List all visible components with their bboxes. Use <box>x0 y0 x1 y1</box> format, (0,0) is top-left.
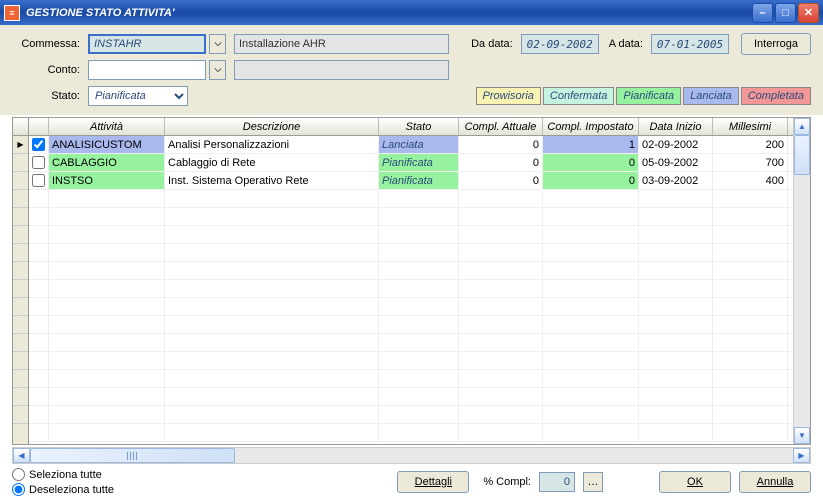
cell-compl-attuale: 0 <box>459 154 543 171</box>
cell-data-inizio: 05-09-2002 <box>639 154 713 171</box>
cell-data-inizio: 02-09-2002 <box>639 136 713 153</box>
cell-stato: Pianificata <box>379 154 459 171</box>
row-checkbox[interactable] <box>29 172 49 189</box>
table-body: ANALISICUSTOMAnalisi PersonalizzazioniLa… <box>29 136 793 444</box>
scroll-up-button[interactable]: ▲ <box>794 118 810 135</box>
window-buttons: – □ ✕ <box>752 3 819 23</box>
table-header: Attività Descrizione Stato Compl. Attual… <box>29 118 793 136</box>
horizontal-scrollbar[interactable]: ◀ ▶ <box>12 447 811 464</box>
titlebar: ≡ GESTIONE STATO ATTIVITA' – □ ✕ <box>0 0 823 25</box>
selection-radio-group: Seleziona tutte Deseleziona tutte <box>12 468 114 496</box>
row-selector[interactable] <box>13 154 28 172</box>
commessa-code-input[interactable] <box>88 34 206 54</box>
hscroll-thumb[interactable] <box>30 448 235 463</box>
status-legend: Prowisoria Confermata Pianificata Lancia… <box>476 87 811 105</box>
cell-millesimi: 400 <box>713 172 788 189</box>
da-data-input[interactable] <box>521 34 599 54</box>
col-compl-impostato[interactable]: Compl. Impostato <box>543 118 639 135</box>
interroga-button[interactable]: Interroga <box>741 33 811 55</box>
dettagli-button[interactable]: Dettagli <box>397 471 469 493</box>
legend-confermata: Confermata <box>543 87 614 105</box>
conto-lookup-button[interactable] <box>209 60 226 80</box>
scroll-down-button[interactable]: ▼ <box>794 427 810 444</box>
label-percent-compl: % Compl: <box>483 476 531 488</box>
row-checkbox[interactable] <box>29 154 49 171</box>
cell-attivita: INSTSO <box>49 172 165 189</box>
legend-lanciata: Lanciata <box>683 87 739 105</box>
cell-compl-impostato: 1 <box>543 136 639 153</box>
row-selector[interactable] <box>13 136 28 154</box>
scroll-right-button[interactable]: ▶ <box>793 448 810 463</box>
cell-descrizione: Cablaggio di Rete <box>165 154 379 171</box>
label-a-data: A data: <box>609 38 647 50</box>
activities-table: Attività Descrizione Stato Compl. Attual… <box>12 117 811 445</box>
minimize-button[interactable]: – <box>752 3 773 23</box>
row-headers <box>13 118 29 444</box>
footer: Seleziona tutte Deseleziona tutte Dettag… <box>12 468 811 496</box>
stato-select[interactable]: Pianificata <box>88 86 188 106</box>
app-icon: ≡ <box>4 5 20 21</box>
window-title: GESTIONE STATO ATTIVITA' <box>26 7 752 19</box>
cell-compl-impostato: 0 <box>543 172 639 189</box>
percent-compl-input[interactable] <box>539 472 575 492</box>
legend-provvisoria: Prowisoria <box>476 87 541 105</box>
col-descrizione[interactable]: Descrizione <box>165 118 379 135</box>
radio-deseleziona-tutte[interactable]: Deseleziona tutte <box>12 483 114 496</box>
maximize-button[interactable]: □ <box>775 3 796 23</box>
row-checkbox[interactable] <box>29 136 49 153</box>
label-da-data: Da data: <box>471 38 517 50</box>
ok-button[interactable]: OK <box>659 471 731 493</box>
conto-code-input[interactable] <box>88 60 206 80</box>
table-row[interactable]: ANALISICUSTOMAnalisi PersonalizzazioniLa… <box>29 136 793 154</box>
cell-descrizione: Inst. Sistema Operativo Rete <box>165 172 379 189</box>
cell-millesimi: 700 <box>713 154 788 171</box>
cell-attivita: ANALISICUSTOM <box>49 136 165 153</box>
cell-compl-attuale: 0 <box>459 136 543 153</box>
cell-stato: Lanciata <box>379 136 459 153</box>
cell-stato: Pianificata <box>379 172 459 189</box>
cell-compl-attuale: 0 <box>459 172 543 189</box>
form-area: Commessa: Da data: A data: Interroga Con… <box>0 25 823 115</box>
table-row[interactable]: CABLAGGIOCablaggio di RetePianificata000… <box>29 154 793 172</box>
col-compl-attuale[interactable]: Compl. Attuale <box>459 118 543 135</box>
conto-desc-input <box>234 60 449 80</box>
legend-pianificata: Pianificata <box>616 87 681 105</box>
commessa-lookup-button[interactable] <box>209 34 226 54</box>
cell-millesimi: 200 <box>713 136 788 153</box>
cell-data-inizio: 03-09-2002 <box>639 172 713 189</box>
legend-completata: Completata <box>741 87 811 105</box>
label-conto: Conto: <box>12 64 84 76</box>
close-button[interactable]: ✕ <box>798 3 819 23</box>
scroll-left-button[interactable]: ◀ <box>13 448 30 463</box>
label-commessa: Commessa: <box>12 38 84 50</box>
cell-attivita: CABLAGGIO <box>49 154 165 171</box>
a-data-input[interactable] <box>651 34 729 54</box>
cell-descrizione: Analisi Personalizzazioni <box>165 136 379 153</box>
col-attivita[interactable]: Attività <box>49 118 165 135</box>
scroll-thumb[interactable] <box>794 135 810 175</box>
cell-compl-impostato: 0 <box>543 154 639 171</box>
col-millesimi[interactable]: Millesimi <box>713 118 788 135</box>
radio-seleziona-tutte[interactable]: Seleziona tutte <box>12 468 114 481</box>
vertical-scrollbar[interactable]: ▲ ▼ <box>793 118 810 444</box>
col-data-inizio[interactable]: Data Inizio <box>639 118 713 135</box>
annulla-button[interactable]: Annulla <box>739 471 811 493</box>
percent-extra-button[interactable]: … <box>583 472 603 492</box>
commessa-desc-input <box>234 34 449 54</box>
table-row[interactable]: INSTSOInst. Sistema Operativo RetePianif… <box>29 172 793 190</box>
label-stato: Stato: <box>12 90 84 102</box>
col-stato[interactable]: Stato <box>379 118 459 135</box>
row-selector[interactable] <box>13 172 28 190</box>
